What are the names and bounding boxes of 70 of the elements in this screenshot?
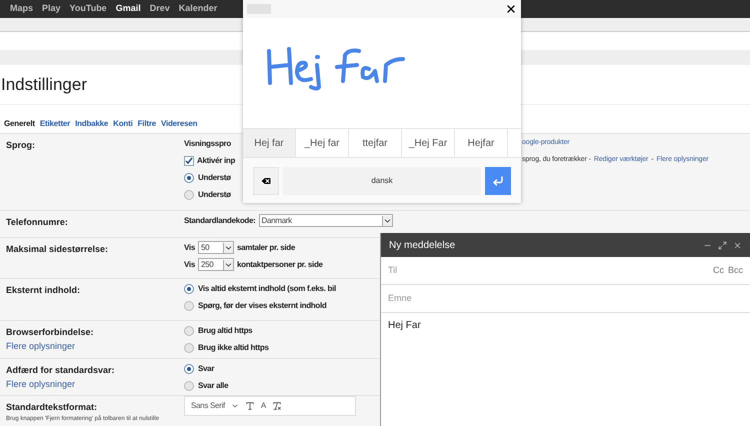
more-info-link[interactable]: Flere oplysninger <box>6 340 184 353</box>
select-suffix: samtaler pr. side <box>236 242 296 254</box>
setting-label: Eksternt indhold: <box>6 284 81 297</box>
more-info-link[interactable]: Flere oplysninger <box>6 378 184 391</box>
recipient-field[interactable]: Til <box>388 264 588 278</box>
caret-icon <box>222 242 233 252</box>
caret-icon <box>222 260 233 270</box>
text-color-button[interactable]: A <box>260 400 266 412</box>
select-suffix: kontaktpersoner pr. side <box>236 258 323 270</box>
settings-tab[interactable]: Generelt <box>4 118 35 130</box>
backspace-button[interactable] <box>253 166 279 194</box>
backspace-icon <box>260 174 272 186</box>
compose-title: Ny meddelelse <box>389 238 456 252</box>
radio-label: Vis altid eksternt indhold (som f.eks. bil <box>198 282 336 294</box>
radio-button[interactable] <box>184 284 194 294</box>
nav-link[interactable]: Kalender <box>178 2 218 16</box>
setting-label: Adfærd for standardsvar: <box>6 364 116 377</box>
font-dropdown[interactable]: Sans Serif <box>191 400 225 412</box>
setting-label: Maksimal sidestørrelse: <box>6 243 110 256</box>
radio-label: Svar <box>198 362 214 374</box>
expand-icon[interactable] <box>718 240 727 250</box>
radio-button[interactable] <box>184 342 194 352</box>
nav-link[interactable]: Drev <box>150 2 170 16</box>
font-size-icon[interactable] <box>244 400 255 410</box>
cc-link[interactable]: Cc <box>712 264 724 278</box>
checkbox[interactable] <box>184 156 194 166</box>
nav-link[interactable]: Play <box>42 2 61 16</box>
nav-link[interactable]: YouTube <box>70 2 107 16</box>
subject-field[interactable]: Emne <box>388 292 688 306</box>
select-prefix: Vis <box>184 242 195 254</box>
radio-button[interactable] <box>184 300 194 310</box>
select-prefix: Vis <box>184 258 195 270</box>
settings-tab[interactable]: Videresen <box>160 118 198 130</box>
select-prefix: Standardlandekode: <box>184 214 256 226</box>
settings-tab[interactable]: Filtre <box>138 118 156 130</box>
message-body[interactable]: Hej Far <box>381 313 750 426</box>
setting-label: Standardtekstformat: <box>6 401 98 414</box>
nav-link[interactable]: Maps <box>10 2 34 16</box>
setting-label: Telefonnumre: <box>6 216 69 229</box>
settings-tab[interactable]: Indbakke <box>75 118 108 130</box>
radio-label: Svar alle <box>198 380 228 392</box>
radio-label: Spørg, før der vises eksternt indhold <box>198 300 326 312</box>
radio-button[interactable] <box>184 190 194 200</box>
dropdown[interactable]: 50 <box>198 241 234 254</box>
caret-icon <box>382 216 392 226</box>
language-button[interactable]: dansk <box>283 166 481 194</box>
setting-label: Browserforbindelse: <box>6 326 95 339</box>
candidate-suggestion[interactable]: Hej far <box>243 129 296 157</box>
enter-button[interactable] <box>485 166 511 194</box>
page-title: Indstillinger <box>0 74 87 96</box>
radio-label: Brug ikke altid https <box>198 342 269 354</box>
close-icon[interactable] <box>505 3 517 15</box>
checkbox-label: Aktivér inp <box>197 154 236 166</box>
settings-tab[interactable]: Etiketter <box>40 118 70 130</box>
setting-text: Visningsspro <box>184 138 231 148</box>
clear-formatting-icon[interactable] <box>272 400 282 410</box>
radio-button[interactable] <box>184 326 194 336</box>
setting-label: Sprog: <box>6 139 36 152</box>
radio-button[interactable] <box>184 380 194 390</box>
enter-icon <box>492 174 504 186</box>
dropdown[interactable]: Danmark <box>258 214 393 227</box>
radio-label: Understø <box>198 188 231 200</box>
bcc-link[interactable]: Bcc <box>728 264 743 278</box>
radio-button[interactable] <box>184 172 194 182</box>
radio-label: Understø <box>198 172 231 184</box>
dropdown[interactable]: 250 <box>198 258 234 271</box>
settings-tab[interactable]: Konti <box>113 118 133 130</box>
radio-button[interactable] <box>184 364 194 374</box>
nav-link[interactable]: Gmail <box>116 2 141 16</box>
radio-label: Brug altid https <box>198 324 252 336</box>
